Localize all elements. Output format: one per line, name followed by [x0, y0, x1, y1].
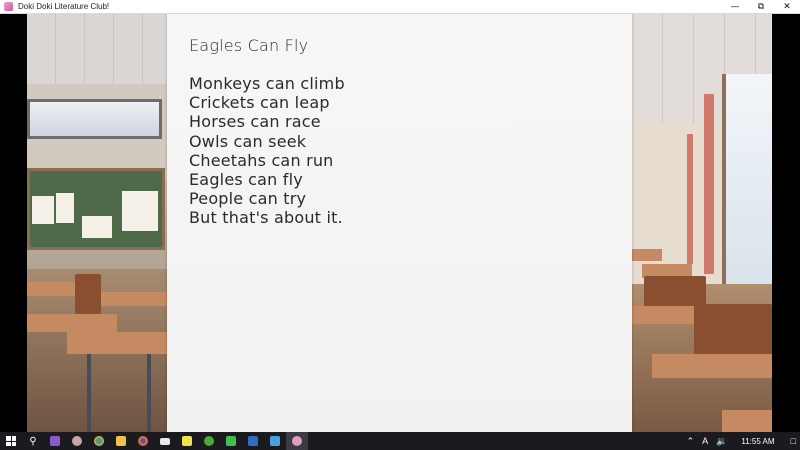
classroom-window: [722, 74, 772, 294]
restore-icon: ⧉: [757, 2, 765, 12]
desk-leg: [87, 354, 91, 432]
taskbar-app[interactable]: [264, 432, 286, 450]
desk: [97, 292, 167, 306]
classroom-background-left: [27, 14, 167, 432]
posted-paper: [32, 196, 54, 224]
taskbar-app-active[interactable]: [286, 432, 308, 450]
visual-studio-icon: [50, 436, 60, 446]
desk-leg: [147, 354, 151, 432]
poem-title: Eagles Can Fly: [189, 36, 309, 55]
curtain: [704, 94, 714, 274]
desk: [27, 314, 117, 332]
taskbar-app[interactable]: [132, 432, 154, 450]
ddlc-app-icon: [4, 2, 13, 11]
system-tray: ⌃ A 🔉 11:55 AM □: [687, 432, 796, 450]
desk: [722, 410, 772, 432]
taskbar: ⚲ ⌃ A 🔉 11:55 AM □: [0, 432, 800, 450]
chair: [75, 274, 101, 314]
poem-line: Owls can seek: [189, 131, 307, 151]
posted-paper: [122, 191, 158, 231]
input-method-indicator[interactable]: A: [702, 436, 708, 446]
chalkboard: [27, 168, 165, 250]
clock[interactable]: 11:55 AM: [741, 437, 774, 446]
taskbar-app[interactable]: [154, 432, 176, 450]
poem-line: Eagles can fly: [189, 170, 303, 190]
window-controls: — ⧉ ✕: [722, 0, 800, 14]
media-icon: [270, 436, 280, 446]
taskbar-app[interactable]: [110, 432, 132, 450]
close-icon: ✕: [783, 2, 791, 12]
poem-paper[interactable]: Eagles Can Fly Monkeys can climb Cricket…: [167, 14, 632, 432]
hallway-window: [27, 99, 162, 139]
chevron-up-icon[interactable]: ⌃: [687, 436, 695, 447]
line-icon: [226, 436, 236, 446]
minimize-icon: —: [730, 2, 740, 12]
sticky-notes-icon: [182, 436, 192, 446]
chrome-icon: [94, 436, 104, 446]
poem-body: Monkeys can climb Crickets can leap Hors…: [189, 74, 345, 228]
taskbar-app[interactable]: [198, 432, 220, 450]
minimize-button[interactable]: —: [722, 0, 748, 14]
restore-button[interactable]: ⧉: [748, 0, 774, 14]
app-icon-owl: [72, 436, 82, 446]
close-button[interactable]: ✕: [774, 0, 800, 14]
window-title: Doki Doki Literature Club!: [18, 2, 110, 11]
desk: [632, 249, 662, 261]
notification-icon[interactable]: □: [791, 436, 796, 446]
posted-paper: [56, 193, 74, 223]
firefox-icon: [138, 436, 148, 446]
poem-line: People can try: [189, 189, 307, 209]
posted-paper: [82, 216, 112, 238]
game-viewport[interactable]: Eagles Can Fly Monkeys can climb Cricket…: [27, 14, 772, 432]
desk: [652, 354, 772, 378]
poem-line: Crickets can leap: [189, 93, 330, 113]
start-button[interactable]: [0, 432, 22, 450]
ddlc-icon: [292, 436, 302, 446]
word-icon: [248, 436, 258, 446]
volume-icon[interactable]: 🔉: [716, 436, 727, 447]
classroom-background-right: [632, 14, 772, 432]
taskbar-app[interactable]: [66, 432, 88, 450]
search-button[interactable]: ⚲: [22, 432, 44, 450]
poem-line: But that's about it.: [189, 208, 343, 228]
taskbar-app[interactable]: [88, 432, 110, 450]
window-title-bar[interactable]: Doki Doki Literature Club! — ⧉ ✕: [0, 0, 800, 14]
file-explorer-icon: [116, 436, 126, 446]
ceiling-left: [27, 14, 167, 84]
taskbar-app[interactable]: [176, 432, 198, 450]
poem-line: Monkeys can climb: [189, 74, 345, 93]
mail-icon: [160, 437, 170, 445]
xbox-icon: [204, 436, 214, 446]
poem-line: Horses can race: [189, 112, 321, 132]
taskbar-app[interactable]: [220, 432, 242, 450]
curtain: [687, 134, 693, 264]
start-icon: [6, 436, 16, 446]
poem-line: Cheetahs can run: [189, 150, 334, 170]
taskbar-app[interactable]: [242, 432, 264, 450]
desk: [67, 332, 167, 354]
taskbar-app[interactable]: [44, 432, 66, 450]
search-icon: ⚲: [29, 435, 37, 447]
